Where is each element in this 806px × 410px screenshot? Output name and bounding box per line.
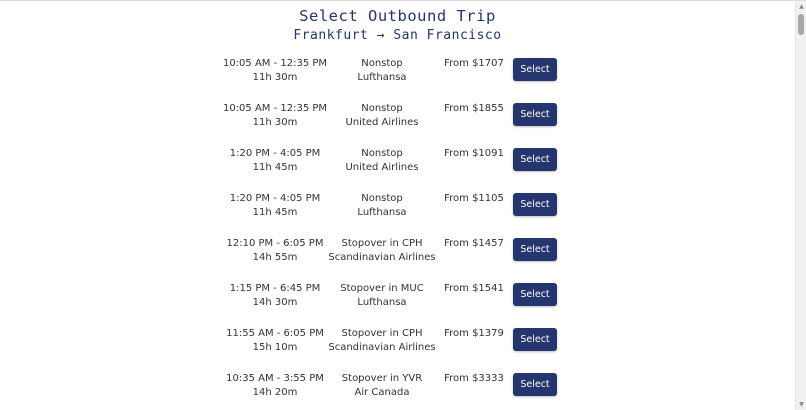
airline-name: Lufthansa [357, 297, 407, 308]
flight-row: 1:20 PM - 4:05 PM 11h 45m Nonstop Luftha… [0, 192, 795, 237]
select-flight-button[interactable]: Select [513, 283, 557, 306]
stops-info: Stopover in MUC [340, 283, 424, 294]
select-flight-button[interactable]: Select [513, 148, 557, 171]
flight-price: From $3333 [444, 373, 504, 384]
flight-row: 1:15 PM - 6:45 PM 14h 30m Stopover in MU… [0, 282, 795, 327]
flight-carrier: Nonstop Lufthansa [312, 192, 452, 220]
airline-name: United Airlines [345, 162, 419, 173]
page-title: Select Outbound Trip [299, 7, 496, 25]
flight-price: From $1855 [444, 103, 504, 114]
airline-name: Scandinavian Airlines [328, 342, 436, 353]
flight-row: 10:35 AM - 3:55 PM 14h 20m Stopover in Y… [0, 372, 795, 410]
select-flight-button[interactable]: Select [513, 58, 557, 81]
airline-name: United Airlines [345, 117, 419, 128]
select-flight-button[interactable]: Select [513, 103, 557, 126]
flight-carrier: Stopover in CPH Scandinavian Airlines [312, 327, 452, 355]
flight-row: 10:05 AM - 12:35 PM 11h 30m Nonstop Unit… [0, 102, 795, 147]
select-flight-button[interactable]: Select [513, 373, 557, 396]
airline-name: Air Canada [354, 387, 410, 398]
flight-row: 10:05 AM - 12:35 PM 11h 30m Nonstop Luft… [0, 57, 795, 102]
flight-price: From $1707 [444, 58, 504, 69]
flight-price: From $1541 [444, 283, 504, 294]
flight-price: From $1091 [444, 148, 504, 159]
flight-carrier: Stopover in CPH Scandinavian Airlines [312, 237, 452, 265]
stops-info: Nonstop [361, 58, 403, 69]
stops-info: Stopover in YVR [341, 373, 423, 384]
flight-carrier: Nonstop Lufthansa [312, 57, 452, 85]
flight-row: 12:10 PM - 6:05 PM 14h 55m Stopover in C… [0, 237, 795, 282]
flight-price: From $1379 [444, 328, 504, 339]
airline-name: Lufthansa [357, 207, 407, 218]
flight-carrier: Stopover in MUC Lufthansa [312, 282, 452, 310]
stops-info: Nonstop [361, 193, 403, 204]
flight-price: From $1457 [444, 238, 504, 249]
stops-info: Stopover in CPH [341, 238, 423, 249]
flight-carrier: Stopover in YVR Air Canada [312, 372, 452, 400]
vertical-scrollbar[interactable]: ▲ ▼ [795, 1, 806, 410]
stops-info: Nonstop [361, 103, 403, 114]
chevron-down-icon[interactable]: ▼ [797, 400, 806, 410]
scrollbar-thumb[interactable] [798, 14, 804, 35]
flight-row: 1:20 PM - 4:05 PM 11h 45m Nonstop United… [0, 147, 795, 192]
page-viewport: Select Outbound Trip Frankfurt → San Fra… [0, 0, 806, 410]
select-flight-button[interactable]: Select [513, 193, 557, 216]
flight-carrier: Nonstop United Airlines [312, 147, 452, 175]
chevron-up-icon[interactable]: ▲ [797, 2, 806, 12]
stops-info: Stopover in CPH [341, 328, 423, 339]
airline-name: Lufthansa [357, 72, 407, 83]
select-flight-button[interactable]: Select [513, 238, 557, 261]
flight-row: 11:55 AM - 6:05 PM 15h 10m Stopover in C… [0, 327, 795, 372]
airline-name: Scandinavian Airlines [328, 252, 436, 263]
flight-carrier: Nonstop United Airlines [312, 102, 452, 130]
route-subtitle: Frankfurt → San Francisco [293, 28, 502, 43]
flight-results: Select Outbound Trip Frankfurt → San Fra… [0, 1, 795, 410]
flight-price: From $1105 [444, 193, 504, 204]
select-flight-button[interactable]: Select [513, 328, 557, 351]
stops-info: Nonstop [361, 148, 403, 159]
